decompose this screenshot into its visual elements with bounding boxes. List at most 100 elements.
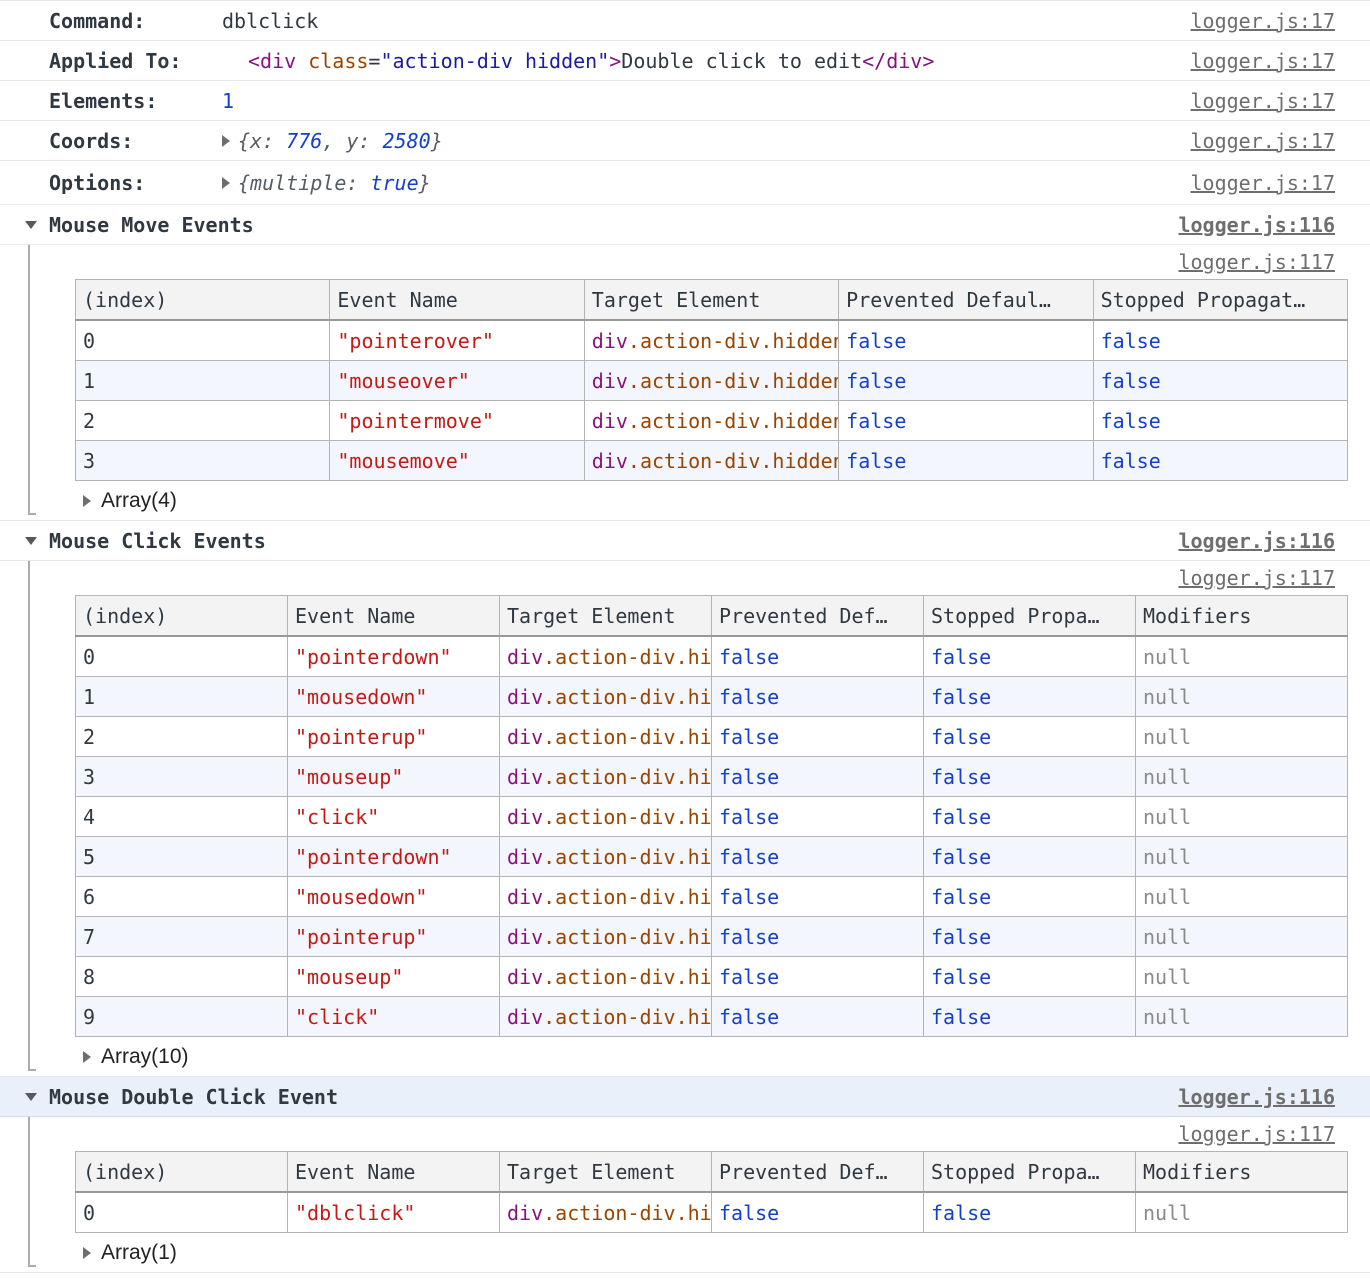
table-source-row: logger.js:117 xyxy=(0,1117,1370,1151)
source-location-link[interactable]: logger.js:116 xyxy=(1178,213,1335,237)
message-content: Coords: {x: 776, y: 2580} xyxy=(49,129,1179,153)
preview-text: {x: xyxy=(238,129,286,153)
source-location-link[interactable]: logger.js:17 xyxy=(1191,9,1336,33)
source-location-link[interactable]: logger.js:116 xyxy=(1178,529,1335,553)
column-header-prevented[interactable]: Prevented Def… xyxy=(712,1152,924,1193)
cell-event: "mouseover" xyxy=(330,361,584,401)
expand-triangle-icon[interactable] xyxy=(83,1051,91,1063)
array-label[interactable]: Array(10) xyxy=(101,1045,189,1069)
options-label: Options: xyxy=(49,171,222,195)
group-title: Mouse Click Events xyxy=(49,529,1166,553)
cell-index: 4 xyxy=(76,797,288,837)
cell-event: "mouseup" xyxy=(288,757,500,797)
collapse-triangle-icon[interactable] xyxy=(25,537,37,545)
element-tag: div xyxy=(507,1201,543,1225)
source-location-link[interactable]: logger.js:117 xyxy=(1178,1122,1335,1146)
array-label[interactable]: Array(4) xyxy=(101,489,177,513)
column-header-event[interactable]: Event Name xyxy=(288,1152,500,1193)
table-row: 2"pointermove"div.action-div.hiddenfalse… xyxy=(76,401,1348,441)
cell-target: div.action-div.hidden xyxy=(500,877,712,917)
element-tag: div xyxy=(507,965,543,989)
column-header-stopped[interactable]: Stopped Propa… xyxy=(924,1152,1136,1193)
column-header-index[interactable]: (index) xyxy=(76,280,330,321)
source-location-link[interactable]: logger.js:117 xyxy=(1178,250,1335,274)
options-object-preview[interactable]: {multiple: true} xyxy=(238,171,431,195)
group-header-mouse-click-events[interactable]: Mouse Click Events logger.js:116 xyxy=(0,521,1370,561)
column-header-index[interactable]: (index) xyxy=(76,1152,288,1193)
multiple-value: true xyxy=(370,171,418,195)
column-header-target[interactable]: Target Element xyxy=(500,1152,712,1193)
cell-prevented: false xyxy=(712,1192,924,1233)
cell-stopped: false xyxy=(924,997,1136,1037)
cell-modifiers: null xyxy=(1136,636,1348,677)
element-classes: .action-div.hidden xyxy=(543,765,711,789)
element-classes: .action-div.hidden xyxy=(543,645,711,669)
cell-target: div.action-div.hidden xyxy=(584,361,838,401)
coords-object-preview[interactable]: {x: 776, y: 2580} xyxy=(238,129,443,153)
column-header-event[interactable]: Event Name xyxy=(288,596,500,637)
element-tag: div xyxy=(507,725,543,749)
cell-index: 0 xyxy=(76,636,288,677)
group-content-mouse-move-events: logger.js:117 (index)Event NameTarget El… xyxy=(0,245,1370,521)
cell-stopped: false xyxy=(924,957,1136,997)
table-row: 0"pointerdown"div.action-div.hiddenfalse… xyxy=(76,636,1348,677)
element-preview[interactable]: <div class="action-div hidden">Double cl… xyxy=(222,49,934,73)
cell-target: div.action-div.hidden xyxy=(500,997,712,1037)
cell-event: "mouseup" xyxy=(288,957,500,997)
expand-triangle-icon[interactable] xyxy=(83,1247,91,1259)
group-header-mouse-double-click-event[interactable]: Mouse Double Click Event logger.js:116 xyxy=(0,1077,1370,1117)
group-header-mouse-move-events[interactable]: Mouse Move Events logger.js:116 xyxy=(0,205,1370,245)
cell-target: div.action-div.hidden xyxy=(500,957,712,997)
column-header-target[interactable]: Target Element xyxy=(500,596,712,637)
source-location-link[interactable]: logger.js:116 xyxy=(1178,1085,1335,1109)
table-row: 6"mousedown"div.action-div.hiddenfalsefa… xyxy=(76,877,1348,917)
cell-prevented: false xyxy=(839,361,1093,401)
expand-triangle-icon[interactable] xyxy=(222,177,230,189)
array-label[interactable]: Array(1) xyxy=(101,1241,177,1265)
source-location-link[interactable]: logger.js:117 xyxy=(1178,566,1335,590)
cell-target: div.action-div.hidden xyxy=(584,320,838,361)
source-location-link[interactable]: logger.js:17 xyxy=(1191,49,1336,73)
element-classes: .action-div.hidden xyxy=(543,925,711,949)
element-tag: div xyxy=(507,765,543,789)
source-location-link[interactable]: logger.js:17 xyxy=(1191,129,1336,153)
cell-target: div.action-div.hidden xyxy=(500,717,712,757)
column-header-modifiers[interactable]: Modifiers xyxy=(1136,1152,1348,1193)
column-header-event[interactable]: Event Name xyxy=(330,280,584,321)
cell-prevented: false xyxy=(712,797,924,837)
source-location-link[interactable]: logger.js:17 xyxy=(1191,171,1336,195)
cell-modifiers: null xyxy=(1136,917,1348,957)
array-preview-row: Array(1) xyxy=(0,1233,1370,1272)
table-row: 9"click"div.action-div.hiddenfalsefalsen… xyxy=(76,997,1348,1037)
mouse-double-click-event-table: (index)Event NameTarget ElementPrevented… xyxy=(75,1151,1348,1233)
element-classes: .action-div.hidden xyxy=(543,725,711,749)
group-title: Mouse Move Events xyxy=(49,213,1166,237)
cell-event: "pointerover" xyxy=(330,320,584,361)
element-tag: div xyxy=(507,805,543,829)
cell-stopped: false xyxy=(924,717,1136,757)
source-location-link[interactable]: logger.js:17 xyxy=(1191,89,1336,113)
element-classes: .action-div.hidden xyxy=(543,845,711,869)
column-header-modifiers[interactable]: Modifiers xyxy=(1136,596,1348,637)
cell-prevented: false xyxy=(712,757,924,797)
coords-label: Coords: xyxy=(49,129,222,153)
element-close-tag: </div> xyxy=(862,49,934,73)
preview-text: , y: xyxy=(322,129,382,153)
message-content: Applied To: <div class="action-div hidde… xyxy=(49,49,1179,73)
collapse-triangle-icon[interactable] xyxy=(25,221,37,229)
collapse-triangle-icon[interactable] xyxy=(25,1093,37,1101)
expand-triangle-icon[interactable] xyxy=(83,495,91,507)
column-header-prevented[interactable]: Prevented Defaul… xyxy=(839,280,1093,321)
expand-triangle-icon[interactable] xyxy=(222,135,230,147)
cell-prevented: false xyxy=(839,441,1093,481)
column-header-target[interactable]: Target Element xyxy=(584,280,838,321)
cell-stopped: false xyxy=(1093,401,1347,441)
column-header-index[interactable]: (index) xyxy=(76,596,288,637)
table-row: 1"mousedown"div.action-div.hiddenfalsefa… xyxy=(76,677,1348,717)
element-inner-text: Double click to edit xyxy=(621,49,862,73)
column-header-prevented[interactable]: Prevented Def… xyxy=(712,596,924,637)
column-header-stopped[interactable]: Stopped Propagat… xyxy=(1093,280,1347,321)
array-preview-row: Array(4) xyxy=(0,481,1370,520)
cell-modifiers: null xyxy=(1136,797,1348,837)
column-header-stopped[interactable]: Stopped Propa… xyxy=(924,596,1136,637)
